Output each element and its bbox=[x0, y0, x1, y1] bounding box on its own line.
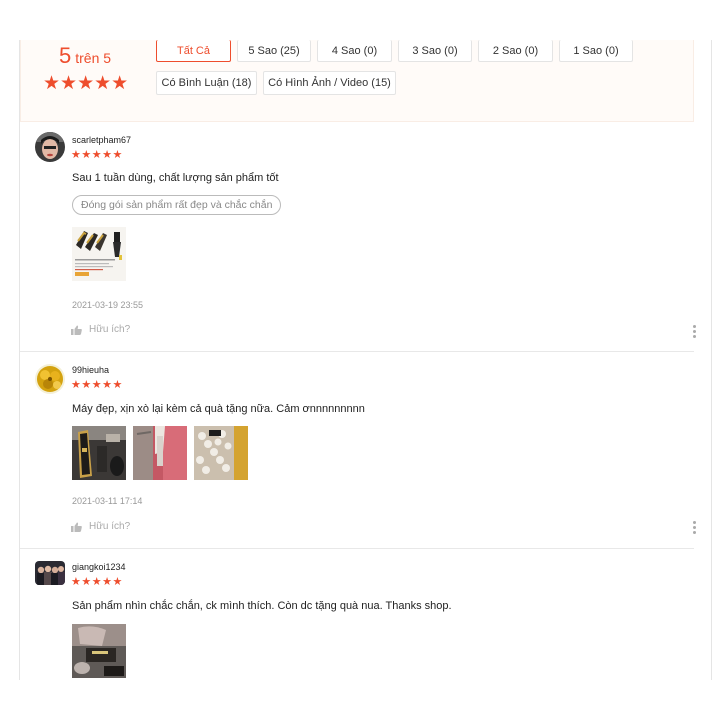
review-photo[interactable] bbox=[72, 624, 126, 678]
avatar[interactable] bbox=[35, 132, 65, 162]
score-value: 5 bbox=[59, 43, 72, 68]
filter-with-comments[interactable]: Có Bình Luận (18) bbox=[156, 71, 257, 95]
review-photo[interactable] bbox=[72, 426, 126, 480]
rating-overview: 5 trên 5 ★★★★★ Tất Cả 5 Sao (25) 4 Sao (0… bbox=[20, 40, 694, 122]
review-comment: Máy đẹp, xịn xò lại kèm cả quà tặng nữa.… bbox=[72, 403, 365, 415]
average-stars: ★★★★★ bbox=[43, 73, 129, 94]
review-comment: Sau 1 tuần dùng, chất lượng sản phẩm tốt bbox=[72, 172, 279, 184]
filter-1-star[interactable]: 1 Sao (0) bbox=[559, 40, 633, 62]
review-item: 99hieuha ★★★★★ Máy đẹp, xịn xò lại kèm c… bbox=[20, 352, 697, 548]
filter-5-star[interactable]: 5 Sao (25) bbox=[237, 40, 311, 62]
helpful-button[interactable]: Hữu ích? bbox=[71, 324, 130, 335]
right-border bbox=[711, 40, 712, 680]
filter-4-star[interactable]: 4 Sao (0) bbox=[317, 40, 392, 62]
review-username: scarletpham67 bbox=[72, 135, 132, 145]
average-score: 5 trên 5 bbox=[59, 43, 111, 69]
review-timestamp: 2021-03-11 17:14 bbox=[72, 496, 143, 506]
helpful-label: Hữu ích? bbox=[89, 521, 131, 532]
filter-3-star[interactable]: 3 Sao (0) bbox=[398, 40, 472, 62]
review-stars: ★★★★★ bbox=[71, 379, 123, 391]
review-stars: ★★★★★ bbox=[71, 149, 123, 161]
more-vertical-icon[interactable] bbox=[691, 325, 697, 339]
thumbs-up-icon bbox=[71, 325, 82, 335]
review-comment: Sản phẩm nhìn chắc chắn, ck mình thích. … bbox=[72, 600, 452, 612]
bottom-blank bbox=[0, 680, 720, 720]
thumbs-up-icon bbox=[71, 522, 82, 532]
left-border bbox=[19, 40, 20, 680]
filter-with-media[interactable]: Có Hình Ảnh / Video (15) bbox=[263, 71, 396, 95]
review-photo[interactable] bbox=[72, 227, 126, 281]
avatar[interactable] bbox=[35, 364, 65, 394]
filter-all[interactable]: Tất Cả bbox=[156, 40, 231, 62]
review-photo[interactable] bbox=[194, 426, 248, 480]
review-photo[interactable] bbox=[133, 426, 187, 480]
product-reviews-page: 5 trên 5 ★★★★★ Tất Cả 5 Sao (25) 4 Sao (0… bbox=[0, 0, 720, 720]
more-vertical-icon[interactable] bbox=[691, 521, 697, 535]
helpful-label: Hữu ích? bbox=[89, 324, 131, 335]
review-timestamp: 2021-03-19 23:55 bbox=[72, 300, 144, 310]
review-stars: ★★★★★ bbox=[71, 576, 123, 588]
avatar[interactable] bbox=[35, 561, 65, 585]
review-item: scarletpham67 ★★★★★ Sau 1 tuần dùng, chấ… bbox=[20, 122, 697, 352]
helpful-button[interactable]: Hữu ích? bbox=[71, 521, 130, 532]
score-suffix: trên 5 bbox=[75, 50, 112, 66]
review-username: 99hieuha bbox=[72, 365, 110, 375]
filter-2-star[interactable]: 2 Sao (0) bbox=[478, 40, 553, 62]
review-item: giangkoi1234 ★★★★★ Sản phẩm nhìn chắc ch… bbox=[20, 549, 694, 680]
review-tag: Đóng gói sản phẩm rất đẹp và chắc chắn bbox=[72, 195, 282, 215]
review-username: giangkoi1234 bbox=[72, 562, 126, 572]
